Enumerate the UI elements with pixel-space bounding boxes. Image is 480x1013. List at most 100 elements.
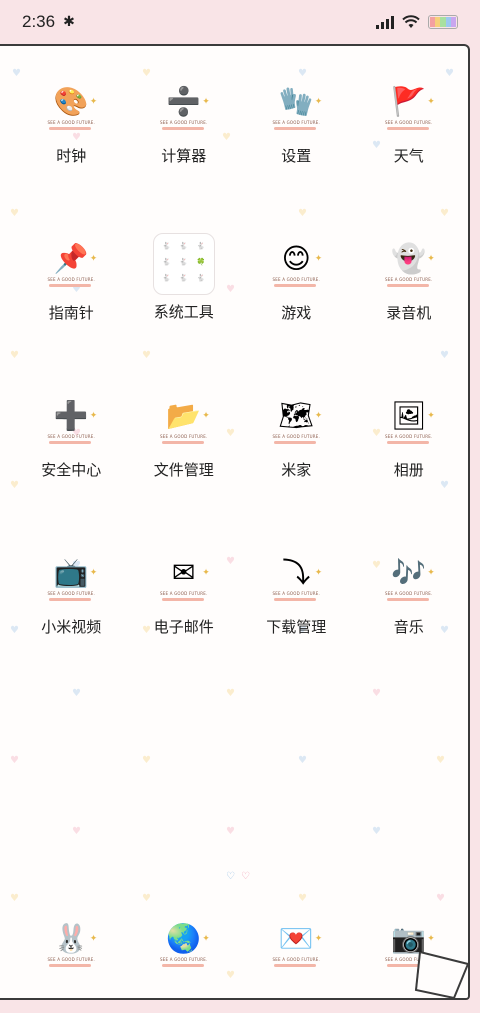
star-icon: ✦ [427,568,435,578]
music-icon[interactable]: 🎶 ✦ SEE A GOOD FUTURE. [377,546,441,610]
app-label: 相册 [393,461,424,479]
folder-mini-app-icon: 🐇 [162,258,171,266]
folder-mini-app-icon: 🐇 [162,242,171,250]
star-icon: ✦ [427,97,435,107]
icon-tagline: SEE A GOOD FUTURE. [385,120,433,125]
apps-2[interactable]: 🧤 ✦ SEE A GOOD FUTURE. 设置 [240,75,353,166]
map-icon[interactable]: 🗺 ✦ SEE A GOOD FUTURE. [264,389,328,453]
app-label: 小米视频 [41,618,102,636]
dock-1[interactable]: 🌏 ✦ SEE A GOOD FUTURE. [128,912,241,976]
pushpin-icon[interactable]: 📌 ✦ SEE A GOOD FUTURE. [39,232,103,296]
apps-7[interactable]: 👻 ✦ SEE A GOOD FUTURE. 录音机 [353,232,466,323]
apps-8[interactable]: ➕ ✦ SEE A GOOD FUTURE. 安全中心 [15,389,128,480]
file-folder-icon[interactable]: 📂 ✦ SEE A GOOD FUTURE. [152,389,216,453]
icon-tagline: SEE A GOOD FUTURE. [47,277,95,282]
app-label: 米家 [281,461,312,479]
envelope-icon[interactable]: ✉ ✦ SEE A GOOD FUTURE. [152,546,216,610]
calculator-icon[interactable]: ➗ ✦ SEE A GOOD FUTURE. [152,75,216,139]
smiley-icon[interactable]: 😊 ✦ SEE A GOOD FUTURE. [264,232,328,296]
icon-glyph: 📺 [53,556,89,589]
page-dot-2-heart-icon[interactable]: ♡ [241,871,250,882]
star-icon: ✦ [89,934,98,944]
star-icon: ✦ [427,411,435,421]
glove-icon[interactable]: 🧤 ✦ SEE A GOOD FUTURE. [264,75,328,139]
star-icon: ✦ [89,568,98,578]
icon-glyph: 👻 [391,242,427,275]
photos-icon[interactable]: 🖼 ✦ SEE A GOOD FUTURE. [377,389,441,453]
app-label: 文件管理 [153,461,214,479]
folder-icon[interactable]: 🐇 🐇 🐇 🐇 🐇 🍀 🐇 🐇 🐇 [152,233,215,295]
page-indicator[interactable]: ♡ ♡ [226,871,250,882]
dock-0[interactable]: 🐰 ✦ SEE A GOOD FUTURE. [15,912,128,976]
icon-glyph: 📷 [391,922,427,955]
icon-tagline: SEE A GOOD FUTURE. [385,277,433,282]
icon-underline [274,127,317,130]
folder-mini-app-icon: 🐇 [179,274,189,282]
apps-0[interactable]: 🎨 ✦ SEE A GOOD FUTURE. 时钟 [15,75,128,166]
battery-icon [428,15,458,29]
page-dot-1-heart-icon[interactable]: ♡ [226,871,235,882]
icon-glyph: 🐰 [53,922,89,955]
page-curl-decoration [414,952,470,1000]
star-icon: ✦ [202,411,210,421]
icon-tagline: SEE A GOOD FUTURE. [160,957,208,962]
icon-underline [49,441,92,444]
rabbit-phone-icon[interactable]: 🐰 ✦ SEE A GOOD FUTURE. [39,912,103,976]
icon-glyph: 🌏 [166,922,202,955]
ghost-icon[interactable]: 👻 ✦ SEE A GOOD FUTURE. [377,232,441,296]
icon-tagline: SEE A GOOD FUTURE. [160,120,208,125]
icon-underline [386,598,429,601]
star-icon: ✦ [89,97,98,107]
star-icon: ✦ [89,254,98,264]
palette-icon[interactable]: 🎨 ✦ SEE A GOOD FUTURE. [39,75,103,139]
apps-10[interactable]: 🗺 ✦ SEE A GOOD FUTURE. 米家 [240,389,353,480]
icon-glyph: 🚩 [391,85,427,118]
apps-9[interactable]: 📂 ✦ SEE A GOOD FUTURE. 文件管理 [128,389,241,480]
apps-14[interactable]: ⤵ ✦ SEE A GOOD FUTURE. 下载管理 [240,546,353,637]
app-label: 天气 [393,147,424,165]
icon-glyph: 😊 [281,242,311,275]
download-icon[interactable]: ⤵ ✦ SEE A GOOD FUTURE. [264,546,328,610]
apps-15[interactable]: 🎶 ✦ SEE A GOOD FUTURE. 音乐 [353,546,466,637]
app-label: 录音机 [386,304,432,322]
folder-mini-app-icon: 🐇 [196,274,206,282]
clock-time: 2:36 [22,12,56,31]
icon-tagline: SEE A GOOD FUTURE. [272,434,320,439]
status-icons [376,15,458,29]
tv-icon[interactable]: 📺 ✦ SEE A GOOD FUTURE. [39,546,103,610]
dock-2[interactable]: 💌 ✦ SEE A GOOD FUTURE. [240,912,353,976]
icon-glyph: ➗ [166,85,202,118]
apps-13[interactable]: ✉ ✦ SEE A GOOD FUTURE. 电子邮件 [128,546,241,637]
message-envelope-icon[interactable]: 💌 ✦ SEE A GOOD FUTURE. [264,912,328,976]
icon-tagline: SEE A GOOD FUTURE. [47,591,95,596]
star-icon: ✦ [89,411,98,421]
star-icon: ✦ [314,254,323,264]
icon-glyph: 📂 [166,399,202,432]
icon-underline [274,598,317,601]
apps-3[interactable]: 🚩 ✦ SEE A GOOD FUTURE. 天气 [353,75,466,166]
app-label: 设置 [281,147,312,165]
icon-glyph: 🎶 [391,556,427,589]
folder-mini-app-icon: 🐇 [179,258,189,266]
icon-tagline: SEE A GOOD FUTURE. [272,957,320,962]
apps-6[interactable]: 😊 ✦ SEE A GOOD FUTURE. 游戏 [240,232,353,323]
apps-5[interactable]: 🐇 🐇 🐇 🐇 🐇 🍀 🐇 🐇 🐇 系统工具 [128,232,241,323]
star-icon: ✦ [202,568,210,578]
wifi-icon [402,15,420,28]
apps-11[interactable]: 🖼 ✦ SEE A GOOD FUTURE. 相册 [353,389,466,480]
icon-underline [274,964,317,967]
icon-underline [386,441,429,444]
apps-1[interactable]: ➗ ✦ SEE A GOOD FUTURE. 计算器 [128,75,241,166]
app-label: 安全中心 [41,461,102,479]
apps-12[interactable]: 📺 ✦ SEE A GOOD FUTURE. 小米视频 [15,546,128,637]
globe-icon[interactable]: 🌏 ✦ SEE A GOOD FUTURE. [152,912,216,976]
flag-icon[interactable]: 🚩 ✦ SEE A GOOD FUTURE. [377,75,441,139]
folder-mini-app-icon: 🍀 [196,258,206,266]
plus-icon[interactable]: ➕ ✦ SEE A GOOD FUTURE. [39,389,103,453]
icon-underline [386,127,429,130]
icon-glyph: 🎨 [53,85,89,118]
apps-4[interactable]: 📌 ✦ SEE A GOOD FUTURE. 指南针 [15,232,128,323]
icon-underline [49,964,92,967]
app-label: 计算器 [161,147,207,165]
icon-underline [49,284,92,287]
